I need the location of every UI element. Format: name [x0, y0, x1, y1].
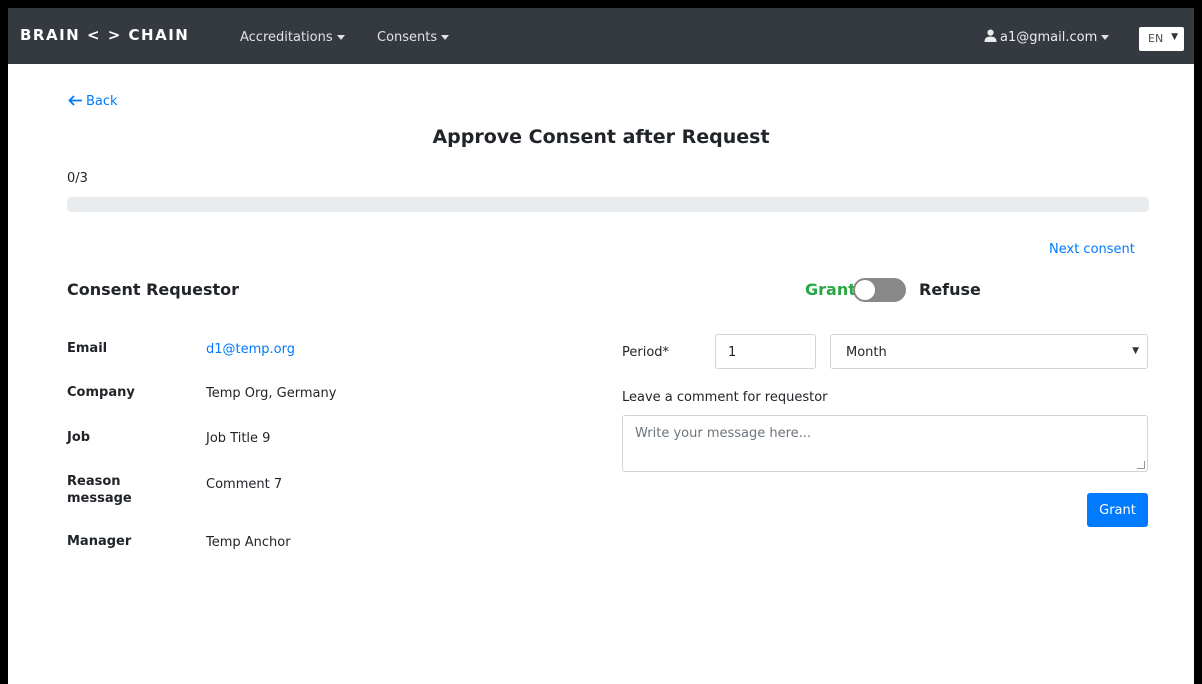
requestor-section-title: Consent Requestor	[67, 280, 240, 299]
company-label: Company	[67, 385, 135, 400]
caret-down-icon	[1101, 35, 1110, 40]
manager-value: Temp Anchor	[206, 535, 291, 550]
back-label: Back	[86, 94, 118, 109]
comment-label: Leave a comment for requestor	[622, 390, 828, 405]
page-title: Approve Consent after Request	[432, 126, 770, 148]
job-value: Job Title 9	[206, 431, 271, 446]
user-menu-dropdown[interactable]: a1@gmail.com	[984, 29, 1110, 45]
nav-accreditations-label: Accreditations	[240, 30, 333, 45]
language-value: EN	[1148, 32, 1164, 45]
switch-knob	[855, 280, 875, 300]
company-value: Temp Org, Germany	[206, 386, 337, 401]
period-label: Period*	[622, 345, 670, 360]
progress-bar	[67, 197, 1149, 212]
resize-grip-icon[interactable]	[1137, 461, 1145, 469]
caret-down-icon	[441, 35, 450, 40]
user-email: a1@gmail.com	[1000, 30, 1098, 45]
period-unit-value: Month	[846, 345, 887, 360]
next-consent-link[interactable]: Next consent	[1049, 242, 1135, 257]
grant-toggle-label: Grant	[805, 280, 856, 299]
email-value-link[interactable]: d1@temp.org	[206, 342, 295, 357]
app-window: BRAIN < > CHAIN Accreditations Consents …	[8, 8, 1194, 684]
user-icon	[984, 29, 997, 42]
comment-placeholder: Write your message here...	[635, 426, 812, 441]
period-number-input[interactable]: 1	[715, 334, 816, 369]
reason-message-label: Reason message	[67, 474, 132, 506]
brand-logo[interactable]: BRAIN < > CHAIN	[20, 26, 189, 44]
refuse-toggle-label: Refuse	[919, 280, 981, 299]
nav-consents-dropdown[interactable]: Consents	[377, 30, 450, 45]
arrow-left-icon	[68, 95, 82, 106]
nav-consents-label: Consents	[377, 30, 438, 45]
language-select[interactable]: EN ▼	[1139, 27, 1184, 51]
back-link[interactable]: Back	[68, 94, 118, 109]
email-label: Email	[67, 341, 108, 356]
grant-refuse-switch[interactable]	[853, 278, 906, 302]
comment-textarea[interactable]: Write your message here...	[622, 415, 1148, 472]
reason-message-value: Comment 7	[206, 477, 283, 492]
select-arrow-icon: ▼	[1171, 32, 1178, 42]
job-label: Job	[67, 430, 91, 445]
manager-label: Manager	[67, 534, 132, 549]
select-arrow-icon: ▼	[1132, 346, 1139, 356]
grant-button[interactable]: Grant	[1087, 493, 1148, 527]
progress-label: 0/3	[67, 171, 88, 186]
top-navbar: BRAIN < > CHAIN Accreditations Consents …	[8, 8, 1194, 64]
period-unit-select[interactable]: Month ▼	[830, 334, 1148, 369]
caret-down-icon	[336, 35, 345, 40]
nav-accreditations-dropdown[interactable]: Accreditations	[240, 30, 345, 45]
